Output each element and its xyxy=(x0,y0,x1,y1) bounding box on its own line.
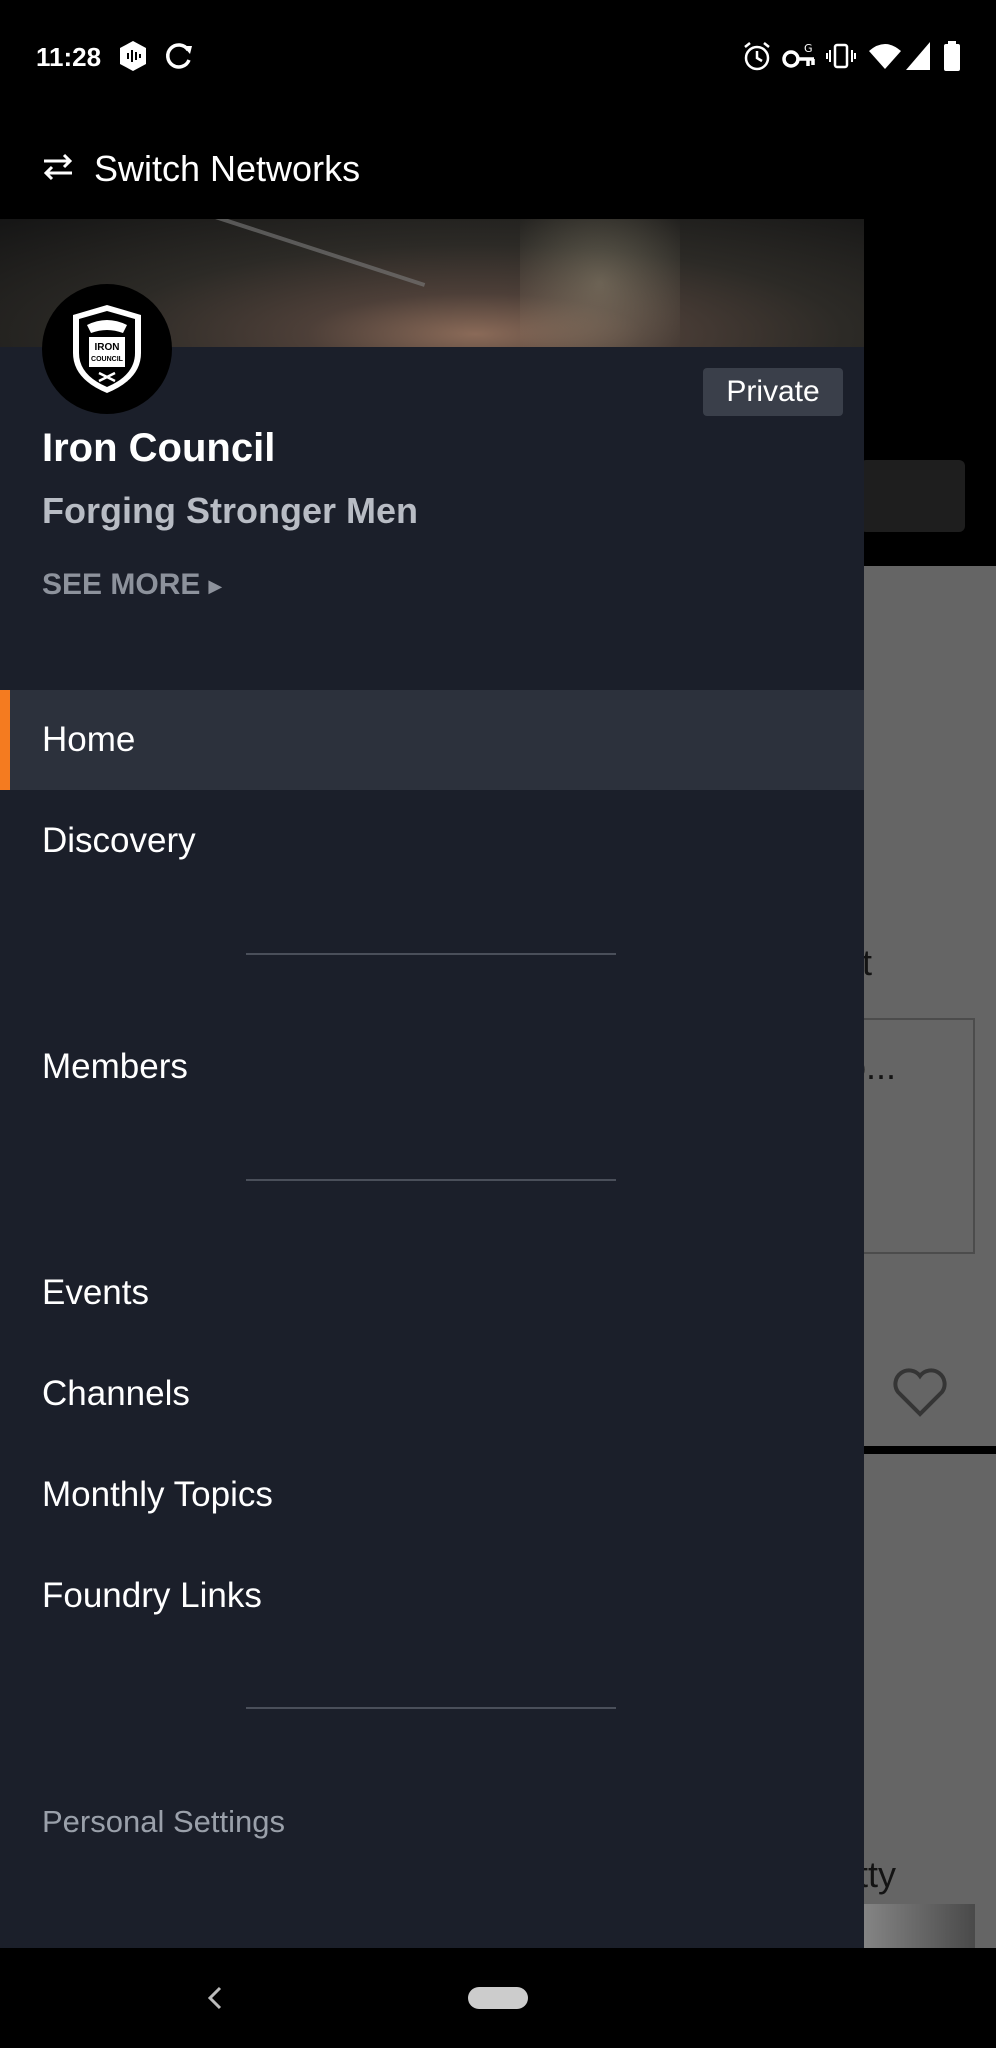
svg-text:G: G xyxy=(804,42,813,55)
alarm-icon xyxy=(744,42,770,71)
menu-item-label: Members xyxy=(42,1047,188,1086)
menu-divider xyxy=(246,1179,616,1181)
menu-item-label: Monthly Topics xyxy=(42,1475,273,1514)
personal-settings-link[interactable]: Personal Settings xyxy=(42,1804,285,1840)
menu-item-label: Foundry Links xyxy=(42,1576,262,1615)
menu-item-events[interactable]: Events xyxy=(0,1243,864,1343)
active-indicator xyxy=(0,690,10,790)
menu-item-monthly-topics[interactable]: Monthly Topics xyxy=(0,1445,864,1545)
menu-item-label: Events xyxy=(42,1273,149,1312)
wifi-icon xyxy=(869,44,901,69)
swap-arrows-icon xyxy=(43,153,73,181)
status-time: 11:28 xyxy=(36,42,102,72)
logo-text-line: IRON xyxy=(95,342,120,353)
navigation-drawer: Switch Networks IRON COUNCIL Private Iro… xyxy=(0,116,996,1948)
switch-networks-label: Switch Networks xyxy=(94,148,361,189)
battery-icon xyxy=(944,41,960,71)
menu-divider xyxy=(246,1707,616,1709)
vpn-key-icon: G xyxy=(782,42,815,68)
network-tagline: Forging Stronger Men xyxy=(42,490,418,531)
switch-networks-button[interactable]: Switch Networks xyxy=(0,116,996,219)
menu-divider xyxy=(246,953,616,955)
app-notification-icon xyxy=(120,41,146,71)
menu-item-label: Home xyxy=(42,720,136,759)
see-more-label: SEE MORE xyxy=(42,568,201,601)
menu-item-channels[interactable]: Channels xyxy=(0,1344,864,1444)
see-more-link[interactable]: SEE MORE ▶ xyxy=(42,568,222,602)
shield-logo-icon: IRON COUNCIL xyxy=(73,305,141,393)
status-bar: 11:28 G xyxy=(0,0,996,116)
sync-icon xyxy=(166,43,192,69)
system-navigation-bar xyxy=(0,1948,996,2048)
logo-text-line: COUNCIL xyxy=(91,356,124,363)
network-logo: IRON COUNCIL xyxy=(42,284,172,414)
menu-item-home[interactable]: Home xyxy=(0,690,864,790)
signal-icon xyxy=(906,42,930,70)
menu-item-foundry-links[interactable]: Foundry Links xyxy=(0,1546,864,1646)
menu-item-label: Channels xyxy=(42,1374,190,1413)
network-name: Iron Council xyxy=(42,426,276,470)
menu-item-label: Discovery xyxy=(42,821,196,860)
privacy-badge: Private xyxy=(703,368,843,416)
caret-right-icon: ▶ xyxy=(208,575,223,596)
menu-item-members[interactable]: Members xyxy=(0,1017,864,1117)
back-icon[interactable] xyxy=(200,1978,230,2018)
menu-item-discovery[interactable]: Discovery xyxy=(0,791,864,891)
vibrate-icon xyxy=(826,43,856,69)
home-pill-button[interactable] xyxy=(468,1987,528,2009)
